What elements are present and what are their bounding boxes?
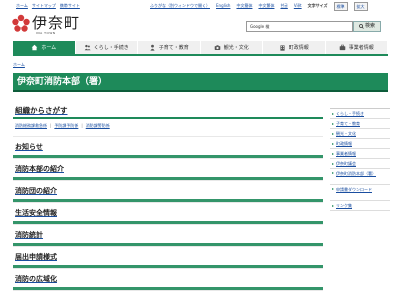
lang-korean[interactable]: 한글 (280, 0, 287, 12)
section-divider (13, 155, 323, 158)
font-size-large-button[interactable]: 拡大 (353, 1, 368, 11)
briefcase-icon (339, 44, 346, 51)
sidebar-item-town-info[interactable]: 町政情報 (330, 139, 390, 149)
gnav-childcare[interactable]: 子育て・教育 (138, 41, 201, 54)
sidebar-item-links[interactable]: リンク集 (330, 201, 390, 211)
section-divider (13, 243, 323, 246)
section-divider (13, 117, 323, 119)
sidebar-item-assembly[interactable]: 伊奈町議会 (330, 159, 390, 169)
section-title-forms[interactable]: 届出申請様式 (15, 252, 57, 262)
section-forms: 届出申請様式 (13, 247, 323, 269)
section-divider (13, 265, 323, 268)
gnav-tourism[interactable]: 観光・文化 (200, 41, 263, 54)
breadcrumb-home-link[interactable]: ホーム (13, 62, 25, 67)
section-divider (13, 177, 323, 180)
sidebar-menu: くらし・手続き 子育て・教育 観光・文化 町政情報 事業者情報 伊奈町議会 伊奈… (330, 108, 390, 211)
gnav-business-label: 事業者情報 (348, 45, 374, 51)
gnav-childcare-label: 子育て・教育 (158, 45, 189, 51)
home-icon (32, 44, 38, 51)
lang-zh-traditional[interactable]: 中文繁体 (258, 0, 274, 12)
gnav-town-info-label: 町政情報 (288, 45, 309, 51)
search-icon (359, 24, 364, 29)
lang-english[interactable]: English (216, 0, 230, 12)
gnav-living[interactable]: くらし・手続き (75, 41, 138, 54)
section-title-statistics[interactable]: 消防統計 (15, 230, 43, 240)
site-search: Google 検 検索 (246, 21, 381, 32)
sidebar-item-downloads[interactable]: 申請書ダウンロード (330, 185, 390, 201)
lang-vietnamese[interactable]: Việt (294, 0, 302, 12)
gnav-tourism-label: 観光・文化 (223, 45, 249, 51)
page-title: 伊奈町消防本部（署） (13, 73, 388, 92)
section-hq-intro: 消防本部の紹介 (13, 159, 323, 181)
gnav-living-label: くらし・手続き (93, 45, 129, 51)
top-link-home[interactable]: ホーム (16, 0, 28, 12)
search-input[interactable]: Google 検 (246, 21, 353, 32)
section-divider (13, 287, 323, 290)
organization-links: 消防総務課救急係 | 予防課予防係 | 消防課警防係 (15, 123, 110, 128)
site-logo-text[interactable]: 伊奈町 (32, 12, 80, 33)
search-button[interactable]: 検索 (353, 21, 381, 32)
section-divider (13, 221, 323, 224)
section-title-brigade-intro[interactable]: 消防団の紹介 (15, 186, 57, 196)
section-statistics: 消防統計 (13, 225, 323, 247)
hiragana-link[interactable]: ふりがな（別ウィンドウで開く） (150, 0, 210, 12)
search-button-label: 検索 (364, 23, 375, 29)
gnav-home-label: ホーム (41, 45, 57, 51)
gnav-town-info[interactable]: 町政情報 (263, 41, 326, 54)
gnav-business[interactable]: 事業者情報 (325, 41, 388, 54)
site-logo-subtext: INA TOWN (36, 31, 56, 35)
org-link-prevention[interactable]: 予防課予防係 (54, 123, 78, 128)
town-emblem-icon[interactable] (11, 14, 31, 34)
section-brigade-intro: 消防団の紹介 (13, 181, 323, 203)
sidebar-item-living[interactable]: くらし・手続き (330, 109, 390, 119)
sidebar-item-tourism[interactable]: 観光・文化 (330, 129, 390, 139)
people-icon (84, 44, 91, 51)
sidebar-item-childcare[interactable]: 子育て・教育 (330, 119, 390, 129)
top-utility-nav: ホーム サイトマップ 携帯サイト ふりがな（別ウィンドウで開く） English… (0, 0, 400, 12)
section-safety-info: 生活安全情報 (13, 203, 323, 225)
section-title-notices[interactable]: お知らせ (15, 142, 43, 152)
gnav-home[interactable]: ホーム (13, 41, 76, 54)
org-link-fire-defense[interactable]: 消防課警防係 (86, 123, 110, 128)
building-icon (280, 45, 285, 51)
breadcrumb: ホーム (13, 62, 25, 68)
top-link-mobile[interactable]: 携帯サイト (60, 0, 80, 12)
section-regionalization: 消防の広域化 (13, 269, 323, 291)
top-link-sitemap[interactable]: サイトマップ (32, 0, 56, 12)
section-title-regionalization[interactable]: 消防の広域化 (15, 274, 57, 284)
section-divider (13, 199, 323, 202)
top-right-links: ふりがな（別ウィンドウで開く） English 中文簡体 中文繁体 한글 Việ… (150, 0, 368, 12)
sidebar-item-fire-hq[interactable]: 伊奈町消防本部（署） (330, 169, 390, 185)
sidebar-item-business[interactable]: 事業者情報 (330, 149, 390, 159)
main-content: 組織からさがす 消防総務課救急係 | 予防課予防係 | 消防課警防係 お知らせ … (13, 101, 323, 291)
font-size-normal-button[interactable]: 標準 (333, 1, 348, 11)
section-title-organization[interactable]: 組織からさがす (15, 105, 68, 116)
section-title-safety-info[interactable]: 生活安全情報 (15, 208, 57, 218)
section-title-hq-intro[interactable]: 消防本部の紹介 (15, 164, 64, 174)
top-left-links: ホーム サイトマップ 携帯サイト (16, 0, 80, 12)
global-nav: ホーム くらし・手続き 子育て・教育 観光・文化 町政情報 事業者情報 (13, 41, 388, 56)
section-organization: 組織からさがす 消防総務課救急係 | 予防課予防係 | 消防課警防係 (13, 101, 323, 137)
camera-icon (214, 45, 221, 50)
section-notices: お知らせ (13, 137, 323, 159)
lang-zh-simplified[interactable]: 中文簡体 (236, 0, 252, 12)
font-size-label: 文字サイズ (307, 3, 328, 8)
child-icon (150, 44, 155, 51)
org-link-general-affairs[interactable]: 消防総務課救急係 (15, 123, 47, 128)
